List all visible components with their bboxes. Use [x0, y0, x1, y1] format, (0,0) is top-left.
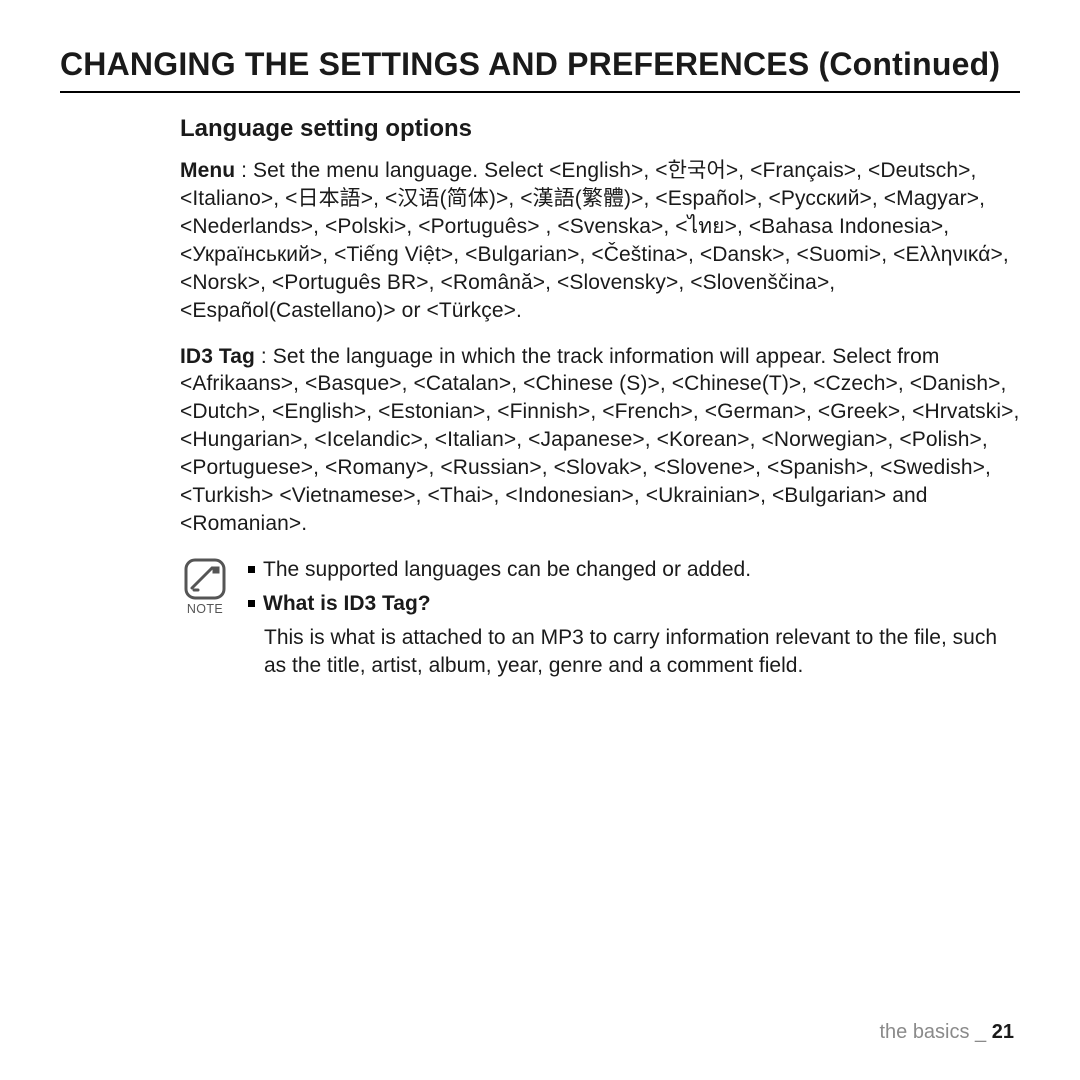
note-bullet-1: The supported languages can be changed o…: [248, 556, 1020, 584]
note-icon-wrap: NOTE: [180, 556, 230, 686]
note-bullet-1-text: The supported languages can be changed o…: [263, 558, 751, 581]
page-footer: the basics _ 21: [60, 1021, 1020, 1044]
note-label: NOTE: [187, 602, 223, 616]
note-bullet-2-title: What is ID3 Tag?: [263, 592, 431, 615]
menu-label: Menu: [180, 159, 235, 182]
note-bullet-2-body: This is what is attached to an MP3 to ca…: [264, 624, 1020, 680]
id3-label: ID3 Tag: [180, 345, 255, 368]
note-icon: [184, 558, 226, 600]
section-heading: Language setting options: [180, 115, 1020, 143]
id3-paragraph: ID3 Tag : Set the language in which the …: [180, 343, 1020, 538]
menu-paragraph: Menu : Set the menu language. Select <En…: [180, 157, 1020, 325]
footer-page-number: 21: [992, 1021, 1014, 1043]
bullet-icon: [248, 566, 255, 573]
content-area: Language setting options Menu : Set the …: [60, 111, 1020, 1021]
menu-text: : Set the menu language. Select <English…: [180, 159, 1009, 322]
note-bullet-2: What is ID3 Tag?: [248, 590, 1020, 618]
id3-text: : Set the language in which the track in…: [180, 345, 1019, 536]
bullet-icon: [248, 600, 255, 607]
footer-text: the basics _: [879, 1021, 991, 1043]
note-body: The supported languages can be changed o…: [248, 556, 1020, 686]
page-title: CHANGING THE SETTINGS AND PREFERENCES (C…: [60, 46, 1020, 93]
note-block: NOTE The supported languages can be chan…: [180, 556, 1020, 686]
